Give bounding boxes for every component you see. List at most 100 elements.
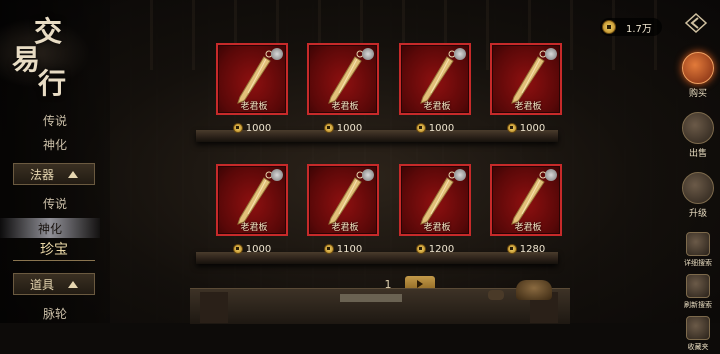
search-icon [686,232,710,256]
item-card[interactable]: 老君板 1000 [216,43,288,137]
sell-label: 出售 [688,149,707,159]
item-name: 老君板 [240,102,268,112]
item-price-value: 1000 [428,122,455,134]
buy-icon [682,52,714,84]
nav-item-mailun[interactable]: 脉轮 [20,305,90,322]
detailed-search-button[interactable]: 详细搜索 [676,232,720,270]
item-price-value: 1000 [519,122,546,134]
item-tag-icon [362,48,374,60]
item-price: 1000 [399,121,471,135]
item-card[interactable]: 老君板 1000 [399,43,471,137]
right-menu: 购买 出售 升级 详细搜索 刷新搜索 收藏夹 [676,48,720,354]
coin-icon [415,123,426,133]
item-price: 1000 [216,242,288,256]
pot-decor [488,290,504,300]
item-price: 1280 [490,242,562,256]
hammer-icon [682,172,714,204]
currency-amount: 1.7万 [626,23,652,35]
item-frame: 老君板 [216,43,288,115]
item-name: 老君板 [514,102,542,112]
nav-item-chuanshuo[interactable]: 传说 [20,112,90,129]
nav-category-faqi-label: 法器 [29,167,54,182]
item-name: 老君板 [331,102,359,112]
item-frame: 老君板 [399,164,471,236]
item-price-value: 1000 [336,122,363,134]
coin-icon [415,244,426,254]
favorites-icon [686,316,710,340]
detailed-search-label: 详细搜索 [684,259,712,267]
back-button[interactable] [682,12,710,34]
refresh-search-label: 刷新搜索 [684,301,712,309]
item-name: 老君板 [423,102,451,112]
nav-category-daoju[interactable]: 道具 [13,273,95,295]
item-tag-icon [545,169,557,181]
item-frame: 老君板 [490,164,562,236]
item-card[interactable]: 老君板 1200 [399,164,471,258]
upgrade-button[interactable]: 升级 [676,172,720,228]
refresh-icon [686,274,710,298]
book-decor [340,294,402,302]
collapse-arrow-icon [68,170,78,178]
coin-icon [232,123,243,133]
nav-category-daoju-label: 道具 [29,277,54,292]
item-price-value: 1100 [336,243,363,255]
coin-icon [323,123,334,133]
coin-icon [506,123,517,133]
refresh-search-button[interactable]: 刷新搜索 [676,274,720,312]
buy-label: 购买 [688,89,707,99]
nav-category-zhenbao[interactable]: 珍宝 [13,238,95,261]
item-frame: 老君板 [399,43,471,115]
item-frame: 老君板 [490,43,562,115]
nav-category-faqi[interactable]: 法器 [13,163,95,185]
favorites-button[interactable]: 收藏夹 [676,316,720,354]
item-card[interactable]: 老君板 1000 [216,164,288,258]
item-card[interactable]: 老君板 1000 [307,43,379,137]
favorites-label: 收藏夹 [687,343,709,351]
item-name: 老君板 [331,223,359,233]
nav-item-faqi-shenhua-active[interactable]: 神化 [0,218,100,238]
table-leg-decor [200,292,228,323]
item-tag-icon [271,48,283,60]
item-frame: 老君板 [307,164,379,236]
diamond-back-arrow-icon [684,12,708,34]
item-card[interactable]: 老君板 1280 [490,164,562,258]
item-frame: 老君板 [216,164,288,236]
next-arrow-icon [417,280,423,288]
buy-button[interactable]: 购买 [676,52,720,108]
item-price-value: 1200 [428,243,455,255]
item-tag-icon [362,169,374,181]
item-tag-icon [271,169,283,181]
item-price-value: 1000 [245,122,272,134]
item-name: 老君板 [423,223,451,233]
item-tag-icon [454,169,466,181]
left-nav: 交 易 行 传说 神化 法器 传说 神化 珍宝 道具 脉轮 [0,0,110,323]
item-name: 老君板 [514,223,542,233]
sell-button[interactable]: 出售 [676,112,720,168]
currency-display: 1.7万 [600,18,662,36]
sell-icon [682,112,714,144]
coin-icon [232,244,243,254]
item-price-value: 1000 [245,243,272,255]
item-price: 1100 [307,242,379,256]
nav-item-faqi-chuanshuo[interactable]: 传说 [20,195,90,212]
nav-item-shenhua[interactable]: 神化 [20,136,90,153]
item-price: 1200 [399,242,471,256]
incense-burner-decor [516,280,552,300]
item-card[interactable]: 老君板 1100 [307,164,379,258]
item-price-value: 1280 [519,243,546,255]
item-price: 1000 [307,121,379,135]
item-price: 1000 [490,121,562,135]
page-title: 交 易 行 [8,10,78,100]
item-tag-icon [454,48,466,60]
item-frame: 老君板 [307,43,379,115]
item-card[interactable]: 老君板 1000 [490,43,562,137]
coin-icon [602,20,616,34]
item-tag-icon [545,48,557,60]
coin-icon [506,244,517,254]
collapse-arrow-icon [68,280,78,288]
coin-icon [323,244,334,254]
title-glyph-3: 行 [38,67,67,100]
upgrade-label: 升级 [688,209,707,219]
item-name: 老君板 [240,223,268,233]
title-glyph-2: 易 [12,43,41,76]
